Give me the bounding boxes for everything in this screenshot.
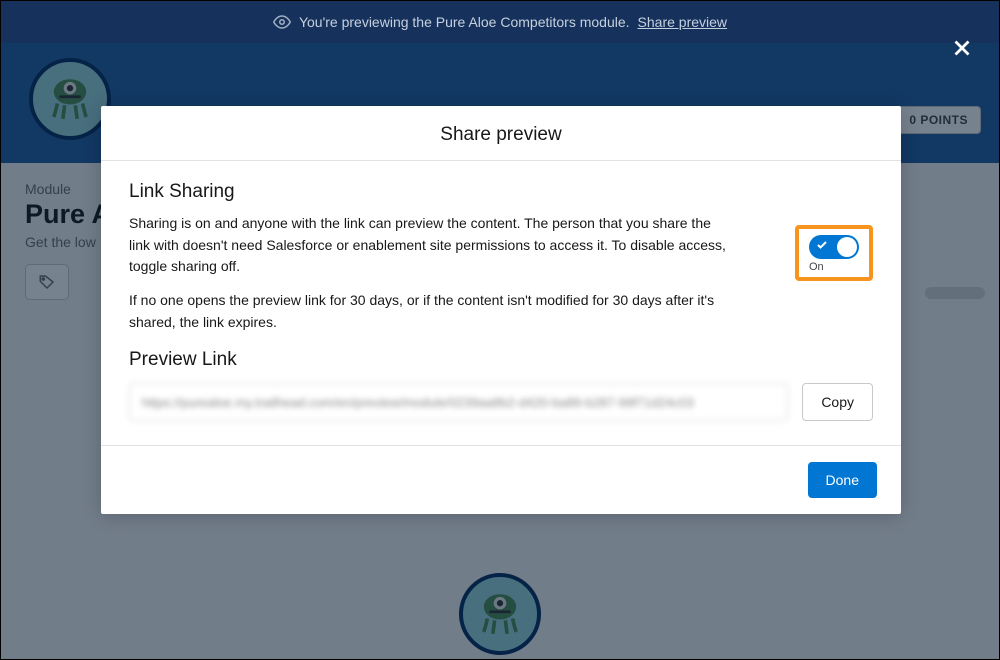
toggle-knob (837, 237, 857, 257)
check-icon (816, 238, 828, 256)
sharing-toggle[interactable] (809, 235, 859, 259)
link-sharing-desc-1: Sharing is on and anyone with the link c… (129, 213, 735, 278)
preview-banner: You're previewing the Pure Aloe Competit… (1, 1, 999, 43)
close-icon (949, 35, 975, 61)
preview-link-heading: Preview Link (129, 349, 873, 371)
close-button[interactable] (949, 35, 975, 66)
link-sharing-heading: Link Sharing (129, 181, 735, 203)
share-preview-link[interactable]: Share preview (638, 14, 728, 30)
link-sharing-desc-2: If no one opens the preview link for 30 … (129, 290, 735, 333)
share-preview-modal: Share preview Link Sharing Sharing is on… (101, 106, 901, 514)
copy-button[interactable]: Copy (802, 383, 873, 421)
preview-link-input[interactable]: https://purealoe.my.trailhead.com/en/pre… (129, 383, 788, 421)
modal-footer: Done (101, 445, 901, 514)
modal-header: Share preview (101, 106, 901, 161)
toggle-label: On (809, 261, 859, 273)
toggle-highlight: On (795, 225, 873, 281)
done-button[interactable]: Done (808, 462, 877, 498)
banner-text: You're previewing the Pure Aloe Competit… (299, 14, 630, 30)
eye-icon (273, 13, 291, 31)
modal-title: Share preview (101, 124, 901, 146)
